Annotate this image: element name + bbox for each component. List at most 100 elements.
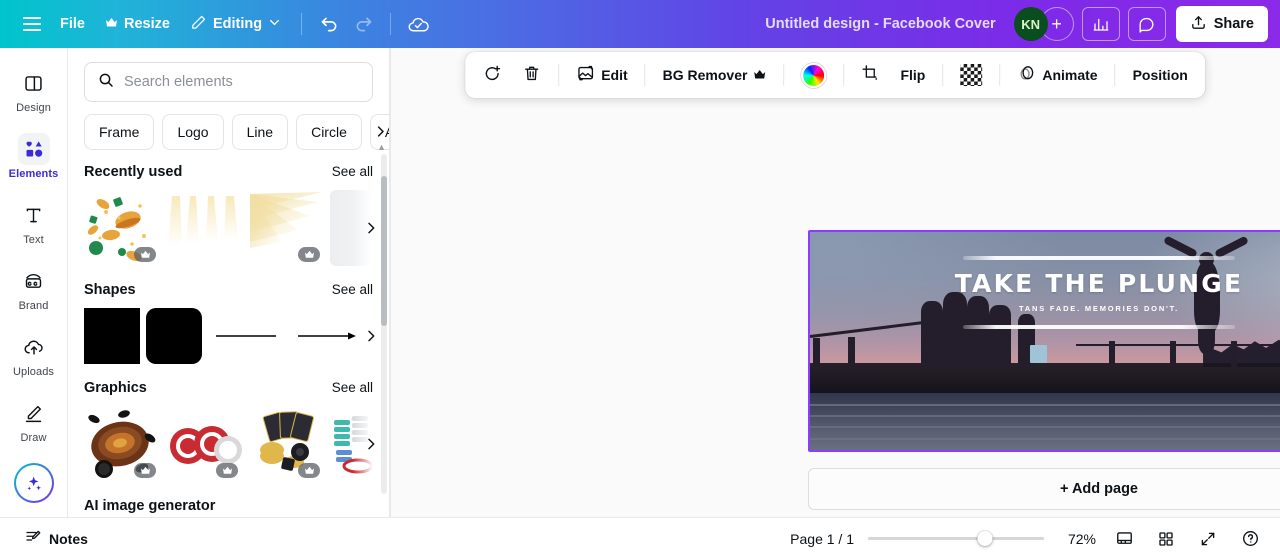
color-picker-button[interactable] [792,58,835,92]
search-input[interactable] [124,74,360,90]
cloud-upload-icon [18,331,50,363]
collaborators-group: KN + [1013,7,1074,41]
scroll-up-icon[interactable]: ▲ [377,142,386,152]
chip-logo[interactable]: Logo [162,114,224,150]
roulette-wheel-graphic[interactable] [84,406,160,482]
undo-icon[interactable] [312,7,346,41]
chip-circle[interactable]: Circle [296,114,362,150]
delete-button[interactable] [513,58,550,92]
crown-icon [134,463,156,478]
sidebar-item-brand[interactable]: Brand [3,258,65,318]
editing-mode-button[interactable]: Editing [180,7,291,42]
panel-sections: Recently used See all Shapes See all Gra… [68,164,389,517]
animate-icon [1017,64,1036,86]
toolbar-sep-3 [783,64,785,86]
page-indicator: Page 1 / 1 [790,530,854,547]
avatar[interactable]: KN [1013,7,1048,41]
position-button[interactable]: Position [1124,58,1197,92]
sidebar-item-text[interactable]: Text [3,192,65,252]
toolbar-divider [301,13,303,35]
page-header-icons [808,203,1280,229]
stage-lights-graphic[interactable] [166,190,242,266]
section-header-ai-image-generator: AI image generator [84,498,381,514]
notes-label: Notes [49,530,88,547]
canvas-headline[interactable]: Take the Plunge [955,269,1244,298]
topbar-left-group: File Resize Editing [14,6,435,42]
add-page-area: + Add page [808,468,1280,510]
file-menu-button[interactable]: File [50,9,95,39]
cloud-check-icon[interactable] [401,7,435,41]
position-label: Position [1132,67,1188,83]
bg-remover-button[interactable]: BG Remover [654,58,776,92]
canvas-subline[interactable]: Tans fade. Memories don't. [1019,304,1179,313]
magic-sparkles-icon[interactable] [14,463,54,503]
chip-frame[interactable]: Frame [84,114,155,150]
grid-view-icon[interactable] [1152,525,1180,553]
square-shape[interactable] [84,308,140,364]
sidebar-item-uploads[interactable]: Uploads [3,324,65,384]
light-rays-graphic[interactable] [248,190,324,266]
edit-image-button[interactable]: Edit [567,58,636,92]
zoom-slider[interactable] [868,531,1044,546]
flip-button[interactable]: Flip [891,58,934,92]
recently-used-row [84,190,389,266]
add-page-button[interactable]: + Add page [808,468,1280,510]
sidebar-item-design[interactable]: Design [3,60,65,120]
see-all-link[interactable]: See all [332,282,373,297]
design-canvas-page[interactable]: Take the Plunge Tans fade. Memories don'… [808,230,1280,452]
topbar-right-group: Untitled design - Facebook Cover KN + Sh… [755,6,1268,42]
poker-chips-graphic[interactable] [166,406,242,482]
dock-silhouette [810,362,1280,394]
sidebar-item-label: Uploads [12,366,55,378]
help-circle-icon[interactable] [1236,525,1264,553]
sidebar-item-label: Design [16,102,51,114]
crown-icon [753,67,766,83]
panel-scrollbar[interactable]: ▲ ▼ [377,142,387,494]
see-all-link[interactable]: See all [332,164,373,179]
sidebar-item-label: Brand [18,300,49,312]
scrollbar-thumb[interactable] [381,176,387,326]
bar-chart-icon[interactable] [1081,7,1120,41]
cards-coins-dice-graphic[interactable] [248,406,324,482]
notes-icon [24,528,42,549]
notes-button[interactable]: Notes [16,523,96,554]
bg-remover-label: BG Remover [662,67,748,83]
see-all-link[interactable]: See all [332,380,373,395]
resize-button[interactable]: Resize [95,9,180,39]
shapes-icon [17,133,50,165]
sidebar-item-elements[interactable]: Elements [3,126,65,186]
transparency-button[interactable] [951,58,991,92]
plain-line-shape[interactable] [208,308,284,364]
page-view-icon[interactable] [1110,525,1138,553]
share-button[interactable]: Share [1175,6,1268,42]
shapes-row [84,308,389,364]
search-box[interactable] [84,62,373,102]
chevron-right-icon[interactable] [369,120,389,142]
sidebar-item-draw[interactable]: Draw [3,390,65,450]
editing-label: Editing [212,16,263,32]
text-t-icon [18,199,50,231]
confetti-coins-graphic[interactable] [84,190,160,266]
flip-label: Flip [900,67,926,83]
rounded-square-shape[interactable] [146,308,202,364]
zoom-knob[interactable] [977,531,993,546]
chip-line[interactable]: Line [231,114,289,150]
comment-plus-icon [482,64,502,87]
hamburger-icon[interactable] [14,6,50,42]
crop-button[interactable] [852,58,889,92]
expand-icon[interactable] [1194,525,1222,553]
pencil-draw-icon [18,397,50,429]
animate-button[interactable]: Animate [1008,58,1106,92]
comment-add-button[interactable] [473,58,511,92]
bottom-status-bar: Notes Page 1 / 1 72% [0,517,1280,559]
section-title: Shapes [84,282,136,298]
document-title[interactable]: Untitled design - Facebook Cover [755,9,1005,39]
towel-on-railing [1029,345,1047,363]
trash-icon [522,64,541,86]
brush-stroke-bottom [963,324,1235,329]
zoom-track [868,537,1044,540]
comment-bubble-icon[interactable] [1127,7,1166,41]
redo-icon[interactable] [346,7,380,41]
crown-icon [298,247,320,262]
section-header-graphics: Graphics See all [84,380,381,396]
